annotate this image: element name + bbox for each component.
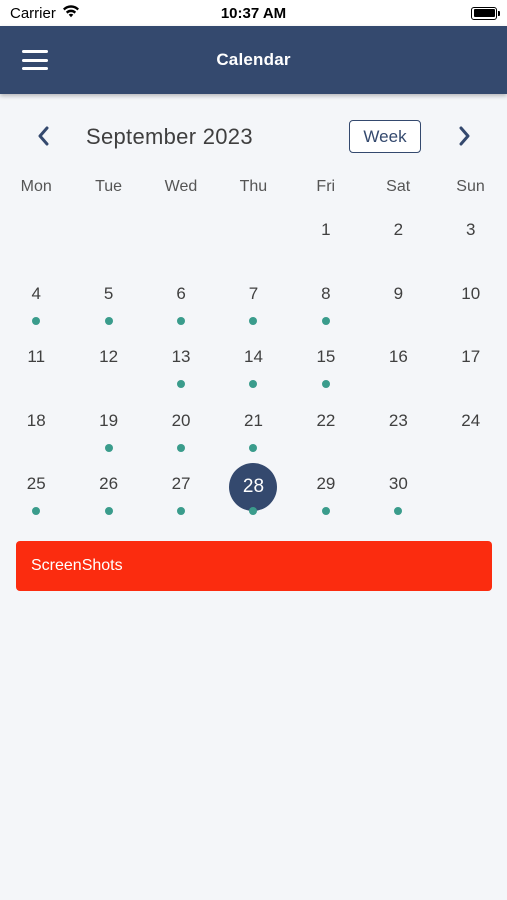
day-number: 18 <box>26 410 46 430</box>
day-number: 14 <box>244 347 263 366</box>
day-cell[interactable]: 24 <box>435 403 507 467</box>
day-cell[interactable]: 12 <box>72 339 144 403</box>
event-dot-indicator <box>104 443 113 452</box>
empty-day-cell <box>217 212 289 276</box>
day-cell[interactable]: 29 <box>290 466 362 530</box>
chevron-left-icon[interactable] <box>32 124 56 148</box>
day-cell[interactable]: 26 <box>72 466 144 530</box>
day-number: 19 <box>99 410 119 430</box>
day-number: 24 <box>461 410 481 430</box>
day-number: 7 <box>248 283 259 303</box>
day-number: 8 <box>321 283 331 303</box>
week-view-button[interactable]: Week <box>349 120 421 153</box>
day-number: 17 <box>461 347 481 366</box>
day-cell[interactable]: 8 <box>290 276 362 340</box>
day-number: 13 <box>171 347 191 366</box>
day-number: 2 <box>393 220 404 239</box>
day-cell-selected[interactable]: 28 <box>217 463 289 530</box>
day-cell[interactable]: 1 <box>290 212 362 276</box>
day-cell[interactable]: 13 <box>145 339 217 403</box>
day-cell[interactable]: 4 <box>0 276 72 340</box>
month-header: September 2023 Week <box>0 112 507 162</box>
event-dot-indicator <box>32 316 41 325</box>
day-cell[interactable]: 7 <box>217 276 289 340</box>
day-cell[interactable]: 20 <box>145 403 217 467</box>
day-number: 9 <box>393 283 404 303</box>
day-number: 6 <box>176 283 186 303</box>
page-title: Calendar <box>216 50 291 69</box>
empty-day-cell <box>0 212 72 276</box>
day-number: 28 <box>242 476 265 497</box>
day-cell[interactable]: 21 <box>217 403 289 467</box>
event-dot-indicator <box>177 380 186 388</box>
day-number: 30 <box>388 474 408 493</box>
day-cell[interactable]: 17 <box>435 339 507 403</box>
day-number: 3 <box>466 220 476 239</box>
weekday-label: Tue <box>95 178 123 195</box>
day-cell[interactable]: 18 <box>0 403 72 467</box>
event-dot-indicator <box>321 316 330 325</box>
day-cell[interactable]: 23 <box>362 403 434 467</box>
day-cell[interactable]: 11 <box>0 339 72 403</box>
day-cell[interactable]: 2 <box>362 212 434 276</box>
event-item[interactable]: ScreenShots <box>16 541 492 591</box>
hamburger-menu-icon[interactable] <box>22 50 48 70</box>
event-dot-indicator <box>321 507 330 515</box>
weekday-header: Mon Tue Wed Thu Fri Sat Sun <box>0 178 507 202</box>
app-bar: Calendar <box>0 26 507 94</box>
event-dot-indicator <box>177 316 186 325</box>
day-cell[interactable]: 9 <box>362 276 434 340</box>
weekday-label: Fri <box>316 178 336 195</box>
day-number: 5 <box>103 283 114 303</box>
day-number: 26 <box>99 474 119 493</box>
day-cell[interactable]: 19 <box>72 403 144 467</box>
chevron-right-icon[interactable] <box>452 124 476 148</box>
event-dot-indicator <box>321 380 330 388</box>
day-number: 11 <box>27 347 46 366</box>
month-title: September 2023 <box>86 124 253 149</box>
day-number: 29 <box>316 474 336 493</box>
event-dot-indicator <box>104 316 113 325</box>
day-cell[interactable]: 22 <box>290 403 362 467</box>
day-number: 20 <box>171 410 191 430</box>
day-cell[interactable]: 10 <box>435 276 507 340</box>
day-number: 22 <box>316 410 336 430</box>
empty-day-cell <box>72 212 144 276</box>
weekday-label: Wed <box>164 178 198 195</box>
day-number: 21 <box>244 410 263 430</box>
weekday-label: Mon <box>20 178 52 195</box>
day-cell[interactable]: 16 <box>362 339 434 403</box>
event-title: ScreenShots <box>31 557 123 574</box>
day-number: 4 <box>31 283 41 303</box>
day-cell[interactable]: 30 <box>362 466 434 530</box>
weekday-label: Sun <box>456 178 485 195</box>
day-cell[interactable]: 6 <box>145 276 217 340</box>
day-number: 12 <box>99 347 119 366</box>
day-cell[interactable]: 3 <box>435 212 507 276</box>
day-cell[interactable]: 5 <box>72 276 144 340</box>
day-number: 25 <box>26 474 46 493</box>
weekday-label: Sat <box>386 178 411 195</box>
day-cell[interactable]: 15 <box>290 339 362 403</box>
event-dot-indicator <box>177 443 186 452</box>
event-dot-indicator <box>177 507 186 515</box>
battery-icon <box>471 6 500 20</box>
day-number: 15 <box>316 347 336 366</box>
status-bar: Carrier 10:37 AM <box>0 0 507 26</box>
day-cell[interactable]: 25 <box>0 466 72 530</box>
day-number: 10 <box>461 283 481 303</box>
event-dot-indicator <box>104 507 113 515</box>
day-cell[interactable]: 14 <box>217 339 289 403</box>
day-cell[interactable]: 27 <box>145 466 217 530</box>
calendar-grid: 1 2 3 4 5 6 7 8 9 10 11 12 13 14 15 16 17 18 19 20 21 22 23 24 2… <box>0 212 507 530</box>
carrier-label: Carrier <box>10 4 56 22</box>
day-number: 1 <box>321 220 331 239</box>
day-number: 23 <box>388 410 408 430</box>
empty-day-cell <box>145 212 217 276</box>
day-number: 16 <box>388 347 408 366</box>
weekday-label: Thu <box>239 178 268 195</box>
day-number: 27 <box>171 474 191 493</box>
wifi-icon <box>62 4 80 22</box>
status-left: Carrier <box>10 4 80 22</box>
